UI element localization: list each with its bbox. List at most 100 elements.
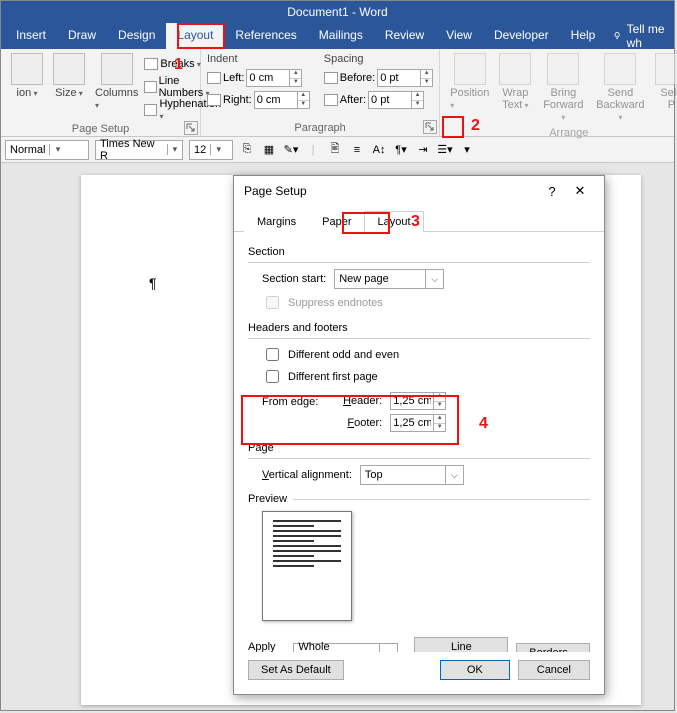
indent-label: Indent [207,53,310,65]
indent-right-icon [207,94,221,106]
title-bar: Document1 - Word [1,1,674,23]
paragraph-launcher[interactable] [423,120,437,134]
style-combo[interactable]: Normal▾ [5,140,89,160]
ribbon: ion Size Columns Breaks Line Numbers Hyp… [1,49,674,137]
orientation-icon [11,53,43,85]
chevron-down-icon[interactable]: ▾ [210,144,226,155]
pagesetup-launcher[interactable] [184,121,198,135]
set-as-default-button[interactable]: Set As Default [248,660,344,680]
font-size-combo[interactable]: 12▾ [189,140,233,160]
tell-me[interactable]: Tell me wh [606,23,674,49]
group-paragraph: Indent Left: ▲▼ Right: ▲▼ Spacing Before… [201,49,440,136]
spacing-after-input[interactable]: ▲▼ [368,91,424,109]
tab-view[interactable]: View [435,23,483,49]
toolbar-icon-8[interactable]: ⇥ [415,142,431,158]
columns-icon [101,53,133,85]
group-label-arrange: Arrange [446,125,677,141]
header-distance-input[interactable]: ▲▼ [390,392,446,410]
send-backward-button: Send Backward [591,51,649,125]
preview-label: Preview [248,493,287,505]
tab-help[interactable]: Help [560,23,607,49]
position-button: Position [446,51,493,125]
group-arrange: Position Wrap Text Bring Forward Send Ba… [440,49,677,136]
dialog-help-button[interactable]: ? [538,184,566,199]
footer-distance-input[interactable]: ▲▼ [390,414,446,432]
ok-button[interactable]: OK [440,660,510,680]
tab-review[interactable]: Review [374,23,435,49]
toolbar-icon-7[interactable]: ¶▾ [393,142,409,158]
dialog-tab-layout[interactable]: Layout [364,211,423,232]
vertical-alignment-label: Vertical alignment: [262,469,352,481]
ribbon-tabs: Insert Draw Design Layout References Mai… [1,23,674,49]
selection-pane-button: Sele P [651,51,677,125]
tab-insert[interactable]: Insert [5,23,57,49]
from-edge-label: From edge: [262,392,318,408]
position-icon [454,53,486,85]
group-label-paragraph: Paragraph [207,120,433,136]
toolbar-icon-1[interactable]: ⎘ [239,142,255,158]
size-icon [53,53,85,85]
chevron-down-icon[interactable]: ▾ [167,144,182,155]
toolbar-icon-sep: | [305,142,321,158]
borders-button[interactable]: Borders... [516,643,590,652]
toolbar-icon-10[interactable]: ▾ [459,142,475,158]
line-numbers-button[interactable]: Line Numbers... [414,637,508,652]
indent-right-input[interactable]: ▲▼ [254,91,310,109]
dialog-close-button[interactable]: ✕ [566,183,594,199]
toolbar-icon-3[interactable]: ✎▾ [283,142,299,158]
wrap-text-icon [499,53,531,85]
size-label: Size [55,87,83,99]
different-first-page-check[interactable]: Different first page [262,367,590,386]
cancel-button[interactable]: Cancel [518,660,590,680]
indent-left-input[interactable]: ▲▼ [246,69,302,87]
group-page-setup: ion Size Columns Breaks Line Numbers Hyp… [1,49,201,136]
dialog-tab-paper[interactable]: Paper [309,211,364,232]
toolbar-icon-5[interactable]: ≡ [349,142,365,158]
tab-draw[interactable]: Draw [57,23,107,49]
toolbar-icon-6[interactable]: A↕ [371,142,387,158]
tab-references[interactable]: References [224,23,307,49]
apply-to-select[interactable]: Whole document⌵ [293,643,398,652]
line-numbers-icon [144,81,156,93]
preview-thumbnail [262,511,352,621]
spacing-before-icon [324,72,338,84]
toolbar-icon-9[interactable]: ☰▾ [437,142,453,158]
indent-left-icon [207,72,221,84]
section-start-select[interactable]: New page⌵ [334,269,444,289]
chevron-down-icon[interactable]: ▾ [49,144,65,155]
tab-developer[interactable]: Developer [483,23,560,49]
tell-me-label: Tell me wh [627,22,668,50]
headers-footers-label: Headers and footers [248,322,590,334]
vertical-alignment-select[interactable]: Top⌵ [360,465,464,485]
suppress-endnotes-check: Suppress endnotes [262,293,590,312]
page-setup-dialog: Page Setup ? ✕ Margins Paper Layout Sect… [233,175,605,695]
bulb-icon [612,29,622,43]
bring-forward-button: Bring Forward [537,51,589,125]
orientation-button[interactable]: ion [7,51,47,121]
spacing-before-input[interactable]: ▲▼ [377,69,433,87]
tab-design[interactable]: Design [107,23,166,49]
page-label: Page [248,442,590,454]
different-odd-even-check[interactable]: Different odd and even [262,345,590,364]
chevron-down-icon[interactable]: ⌵ [425,270,443,288]
size-button[interactable]: Size [49,51,89,121]
font-combo[interactable]: Times New R▾ [95,140,183,160]
breaks-icon [144,58,158,70]
wrap-text-button: Wrap Text [495,51,535,125]
dialog-tab-margins[interactable]: Margins [244,211,309,232]
paragraph-mark: ¶ [149,275,157,291]
columns-label: Columns [95,87,138,111]
hyphenation-icon [144,104,157,116]
columns-button[interactable]: Columns [91,51,142,121]
spacing-label: Spacing [324,53,433,65]
dialog-tabs: Margins Paper Layout [234,210,604,232]
chevron-down-icon[interactable]: ⌵ [379,644,397,652]
send-backward-icon [604,53,636,85]
orientation-label: ion [17,87,38,99]
tab-mailings[interactable]: Mailings [308,23,374,49]
tab-layout[interactable]: Layout [166,23,224,49]
toolbar-icon-4[interactable]: 🖹 [327,142,343,158]
dialog-body: Section Section start: New page⌵ Suppres… [234,232,604,652]
chevron-down-icon[interactable]: ⌵ [445,466,463,484]
toolbar-icon-2[interactable]: ▦ [261,142,277,158]
